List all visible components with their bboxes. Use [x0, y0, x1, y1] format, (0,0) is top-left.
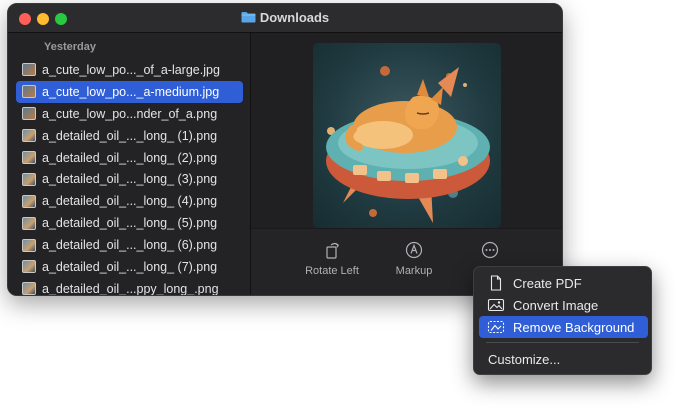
file-list-item[interactable]: a_cute_low_po...nder_of_a.png	[16, 103, 243, 125]
preview-image	[313, 43, 501, 228]
rotate-left-label: Rotate Left	[305, 265, 359, 277]
image-thumbnail-icon	[22, 194, 36, 208]
image-thumbnail-icon	[22, 107, 36, 121]
file-list-item[interactable]: a_detailed_oil_..._long_ (6).png	[16, 234, 243, 256]
menu-item-create-pdf[interactable]: Create PDF	[479, 272, 648, 294]
file-list-item[interactable]: a_detailed_oil_...ppy_long_.png	[16, 278, 243, 296]
menu-item-remove-background[interactable]: Remove Background	[479, 316, 648, 338]
remove-background-icon	[487, 320, 505, 334]
more-icon	[481, 241, 499, 259]
title-bar: Downloads	[8, 4, 562, 33]
file-name: a_cute_low_po...nder_of_a.png	[42, 106, 218, 121]
file-list-item[interactable]: a_detailed_oil_..._long_ (7).png	[16, 256, 243, 278]
file-list-sidebar: Yesterday a_cute_low_po..._of_a-large.jp…	[8, 33, 251, 296]
file-name: a_detailed_oil_..._long_ (5).png	[42, 216, 218, 231]
file-list-item[interactable]: a_detailed_oil_..._long_ (5).png	[16, 212, 243, 234]
rotate-left-button[interactable]: Rotate Left	[292, 229, 372, 295]
finder-window: Downloads Yesterday a_cute_low_po..._of_…	[7, 3, 563, 296]
file-list-item[interactable]: a_detailed_oil_..._long_ (4).png	[16, 190, 243, 212]
image-thumbnail-icon	[22, 151, 36, 164]
file-list-item[interactable]: a_detailed_oil_..._long_ (1).png	[16, 125, 243, 147]
window-title: Downloads	[259, 10, 330, 25]
file-list: a_cute_low_po..._of_a-large.jpg a_cute_lo…	[16, 59, 243, 296]
menu-item-create-pdf-label: Create PDF	[513, 275, 582, 291]
menu-separator	[486, 342, 639, 343]
menu-item-convert-image-label: Convert Image	[513, 297, 599, 313]
file-name: a_cute_low_po..._a-medium.jpg	[42, 84, 220, 99]
file-name: a_cute_low_po..._of_a-large.jpg	[42, 62, 220, 77]
rotate-left-icon	[326, 242, 340, 259]
window-title-group: Downloads	[8, 10, 562, 25]
menu-item-convert-image[interactable]: Convert Image	[479, 294, 648, 316]
image-thumbnail-icon	[22, 129, 36, 143]
file-list-item[interactable]: a_cute_low_po..._of_a-large.jpg	[16, 59, 243, 81]
file-name: a_detailed_oil_..._long_ (6).png	[42, 238, 218, 253]
markup-icon	[405, 241, 423, 259]
image-thumbnail-icon	[22, 172, 36, 186]
image-thumbnail-icon	[22, 216, 36, 230]
markup-label: Markup	[395, 265, 433, 277]
image-thumbnail-icon	[22, 282, 36, 295]
file-name: a_detailed_oil_..._long_ (3).png	[42, 172, 218, 187]
image-thumbnail-icon	[22, 260, 36, 274]
menu-item-customize-label: Customize...	[488, 351, 561, 367]
menu-item-remove-background-label: Remove Background	[513, 319, 635, 335]
image-thumbnail-icon	[22, 85, 36, 99]
quick-actions-menu: Create PDF Convert Image Remove Backgrou…	[473, 266, 652, 375]
markup-button[interactable]: Markup	[374, 229, 454, 295]
file-name: a_detailed_oil_..._long_ (7).png	[42, 259, 218, 274]
preview-pane	[251, 33, 562, 228]
file-list-item[interactable]: a_cute_low_po..._a-medium.jpg	[16, 80, 243, 103]
file-name: a_detailed_oil_..._long_ (4).png	[42, 194, 218, 209]
image-thumbnail-icon	[22, 63, 36, 77]
file-list-item[interactable]: a_detailed_oil_..._long_ (2).png	[16, 147, 243, 169]
cat-on-spaceship-illustration	[326, 66, 490, 223]
section-header-yesterday: Yesterday	[44, 41, 96, 53]
file-name: a_detailed_oil_..._long_ (2).png	[42, 150, 218, 165]
convert-image-icon	[487, 298, 505, 312]
file-name: a_detailed_oil_...ppy_long_.png	[42, 281, 219, 296]
image-thumbnail-icon	[22, 238, 36, 252]
menu-item-customize[interactable]: Customize...	[479, 348, 648, 370]
document-icon	[490, 275, 502, 291]
file-list-item[interactable]: a_detailed_oil_..._long_ (3).png	[16, 168, 243, 190]
folder-icon	[241, 12, 256, 23]
file-name: a_detailed_oil_..._long_ (1).png	[42, 128, 218, 143]
